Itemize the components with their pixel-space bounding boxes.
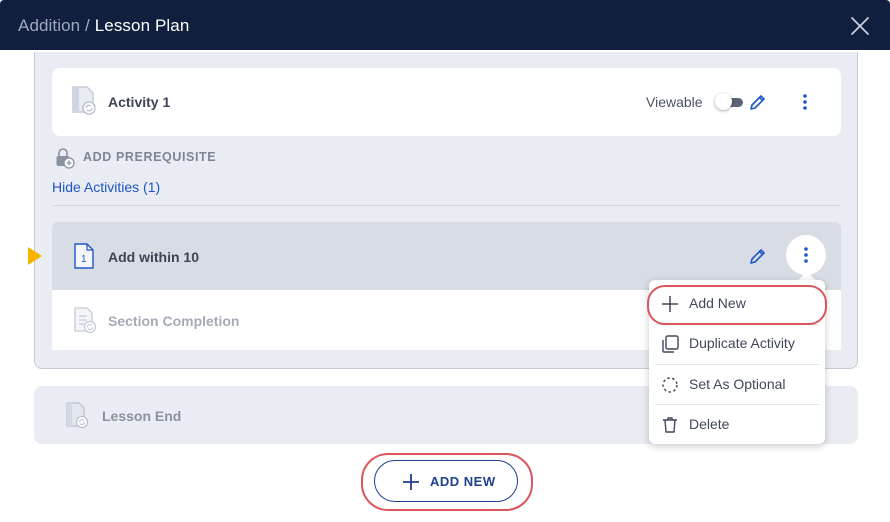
section-completion-label: Section Completion bbox=[108, 313, 240, 329]
add-prerequisite-button[interactable]: ADD PREREQUISITE bbox=[83, 150, 216, 164]
context-menu: Add New Duplicate Activity Set As Option… bbox=[649, 280, 825, 444]
menu-item-label: Add New bbox=[689, 295, 746, 311]
menu-item-set-as-optional[interactable]: Set As Optional bbox=[649, 365, 825, 405]
section-number: 1 bbox=[81, 254, 87, 265]
duplicate-icon bbox=[662, 335, 679, 353]
activity-title: Activity 1 bbox=[108, 94, 171, 110]
menu-item-label: Delete bbox=[689, 416, 730, 432]
kebab-vertical-icon bbox=[804, 247, 808, 263]
trash-icon bbox=[663, 417, 677, 433]
active-section-pointer bbox=[28, 247, 42, 265]
plus-icon bbox=[403, 474, 419, 490]
hide-activities-link[interactable]: Hide Activities (1) bbox=[52, 179, 160, 195]
breadcrumb: Addition / Lesson Plan bbox=[18, 16, 189, 36]
activity-doc-icon bbox=[72, 86, 96, 115]
toggle-knob bbox=[715, 93, 732, 110]
kebab-vertical-icon[interactable] bbox=[797, 92, 813, 112]
menu-item-label: Duplicate Activity bbox=[689, 335, 795, 351]
numbered-doc-icon: 1 bbox=[74, 243, 94, 269]
lesson-end-doc-icon bbox=[66, 402, 89, 429]
close-button[interactable] bbox=[848, 14, 872, 38]
breadcrumb-separator: / bbox=[80, 16, 95, 35]
modal-header: Addition / Lesson Plan bbox=[0, 0, 890, 50]
section-divider bbox=[52, 205, 841, 206]
lock-plus-icon[interactable] bbox=[53, 147, 75, 169]
section-title: Add within 10 bbox=[108, 249, 199, 265]
close-icon bbox=[851, 17, 869, 35]
pencil-icon[interactable] bbox=[748, 92, 768, 112]
lesson-end-label: Lesson End bbox=[102, 408, 182, 424]
activity-card[interactable]: Activity 1 Viewable bbox=[52, 68, 841, 136]
add-new-button[interactable]: ADD NEW bbox=[374, 460, 518, 502]
plus-icon bbox=[662, 296, 678, 312]
pencil-icon[interactable] bbox=[748, 246, 768, 266]
add-new-button-label: ADD NEW bbox=[430, 474, 496, 489]
completion-doc-icon bbox=[74, 307, 97, 334]
viewable-label: Viewable bbox=[646, 94, 703, 110]
menu-item-label: Set As Optional bbox=[689, 376, 786, 392]
menu-item-add-new[interactable]: Add New bbox=[649, 284, 825, 324]
section-more-button[interactable] bbox=[786, 235, 826, 275]
dashed-circle-icon bbox=[662, 377, 678, 393]
breadcrumb-current: Lesson Plan bbox=[94, 16, 190, 35]
breadcrumb-parent[interactable]: Addition bbox=[18, 16, 80, 35]
menu-item-delete[interactable]: Delete bbox=[649, 405, 825, 445]
viewable-toggle[interactable] bbox=[715, 93, 743, 110]
menu-item-duplicate-activity[interactable]: Duplicate Activity bbox=[649, 324, 825, 364]
